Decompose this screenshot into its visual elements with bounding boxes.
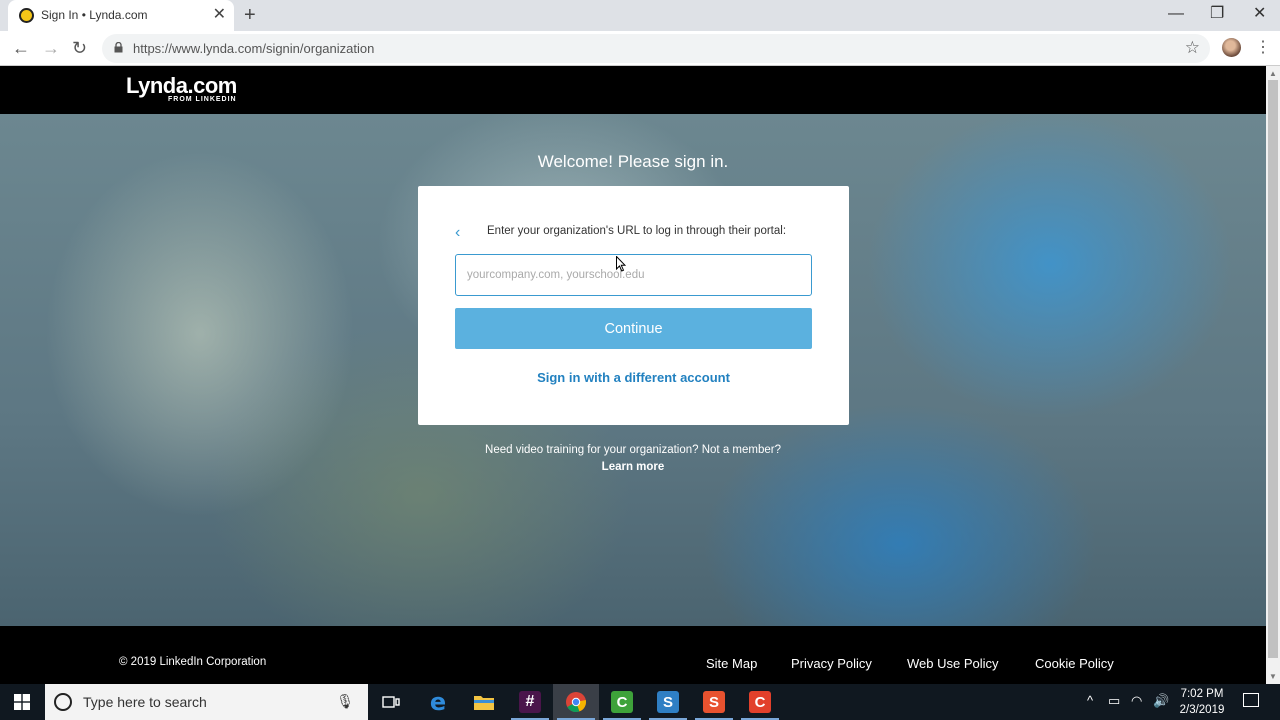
window-close-icon[interactable]: ✕ <box>1253 4 1266 24</box>
taskbar-search-box[interactable]: Type here to search 🎙 <box>45 684 368 720</box>
action-center-icon[interactable] <box>1243 693 1259 707</box>
organization-url-input[interactable] <box>455 254 812 296</box>
camtasia-recorder-icon[interactable]: C <box>599 684 645 720</box>
scroll-down-icon[interactable]: ▼ <box>1269 672 1277 681</box>
clock-time: 7:02 PM <box>1180 688 1224 700</box>
browser-toolbar: ← → ↻ https://www.lynda.com/signin/organ… <box>0 31 1280 66</box>
slack-icon[interactable]: # <box>507 684 553 720</box>
lock-icon <box>114 42 123 53</box>
battery-icon[interactable]: ▭ <box>1108 693 1120 709</box>
learn-more-link[interactable]: Learn more <box>0 461 1266 473</box>
scroll-up-icon[interactable]: ▲ <box>1269 69 1277 78</box>
volume-icon[interactable]: 🔊 <box>1153 693 1169 709</box>
snagit-editor-icon[interactable]: S <box>691 684 737 720</box>
cortana-icon <box>54 693 72 711</box>
restore-icon[interactable]: ❐ <box>1210 4 1224 24</box>
scroll-thumb[interactable] <box>1268 80 1278 658</box>
logo-subtext: FROM LINKEDIN <box>168 96 237 103</box>
microphone-icon[interactable]: 🎙 <box>336 693 354 710</box>
minimize-icon[interactable]: — <box>1168 4 1184 24</box>
back-arrow-icon[interactable]: ← <box>12 37 30 59</box>
lynda-logo[interactable]: Lynda.com FROM LINKEDIN <box>126 73 237 104</box>
camtasia-icon[interactable]: C <box>737 684 783 720</box>
reload-icon[interactable]: ↻ <box>72 37 87 59</box>
mouse-cursor-icon <box>616 256 626 272</box>
wifi-icon[interactable]: ◠ <box>1131 693 1142 709</box>
edge-icon[interactable]: e <box>415 684 461 720</box>
tab-title: Sign In • Lynda.com <box>41 8 148 22</box>
file-explorer-icon[interactable] <box>461 684 507 720</box>
windows-start-icon[interactable] <box>14 694 30 710</box>
site-footer: © 2019 LinkedIn Corporation Site Map Pri… <box>0 626 1266 684</box>
logo-text: Lynda.com <box>126 73 237 98</box>
membership-text: Need video training for your organizatio… <box>485 444 781 456</box>
browser-tab[interactable]: Sign In • Lynda.com ✕ <box>8 0 234 31</box>
profile-avatar[interactable] <box>1222 38 1241 57</box>
footer-link-cookie-policy[interactable]: Cookie Policy <box>1035 656 1114 671</box>
url-text: https://www.lynda.com/signin/organizatio… <box>133 41 375 56</box>
bookmark-star-icon[interactable]: ☆ <box>1185 38 1200 58</box>
different-account-link[interactable]: Sign in with a different account <box>418 370 849 385</box>
site-header: Lynda.com FROM LINKEDIN <box>0 66 1266 114</box>
page-scrollbar[interactable]: ▲ ▼ <box>1266 66 1280 684</box>
welcome-heading: Welcome! Please sign in. <box>537 152 729 171</box>
forward-arrow-icon[interactable]: → <box>42 37 60 59</box>
copyright-text: © 2019 LinkedIn Corporation <box>119 656 267 668</box>
more-menu-icon[interactable]: ⋮ <box>1255 37 1271 59</box>
footer-link-site-map[interactable]: Site Map <box>706 656 757 671</box>
back-chevron-icon[interactable]: ‹ <box>455 224 460 242</box>
signin-card: ‹ Enter your organization's URL to log i… <box>418 186 849 425</box>
system-clock[interactable]: 7:02 PM 2/3/2019 <box>1170 686 1234 718</box>
show-hidden-icons-chevron-icon[interactable]: ^ <box>1087 693 1093 708</box>
footer-link-web-use-policy[interactable]: Web Use Policy <box>907 656 999 671</box>
address-bar[interactable]: https://www.lynda.com/signin/organizatio… <box>102 34 1210 63</box>
lynda-favicon-icon <box>19 8 34 23</box>
windows-taskbar: Type here to search 🎙 e # C S S C ^ ▭ ◠ … <box>0 684 1280 720</box>
browser-tabstrip: Sign In • Lynda.com ✕ + — ❐ ✕ <box>0 0 1280 31</box>
footer-link-privacy-policy[interactable]: Privacy Policy <box>791 656 872 671</box>
task-view-icon[interactable] <box>368 684 414 720</box>
tab-close-icon[interactable]: ✕ <box>213 5 226 25</box>
instruction-text: Enter your organization's URL to log in … <box>487 225 787 237</box>
clock-date: 2/3/2019 <box>1179 704 1225 716</box>
new-tab-icon[interactable]: + <box>244 4 256 26</box>
hero-background: Welcome! Please sign in. ‹ Enter your or… <box>0 114 1266 626</box>
taskbar-search-placeholder: Type here to search <box>83 694 207 710</box>
snagit-icon[interactable]: S <box>645 684 691 720</box>
continue-button[interactable]: Continue <box>455 308 812 349</box>
chrome-icon[interactable] <box>553 684 599 720</box>
